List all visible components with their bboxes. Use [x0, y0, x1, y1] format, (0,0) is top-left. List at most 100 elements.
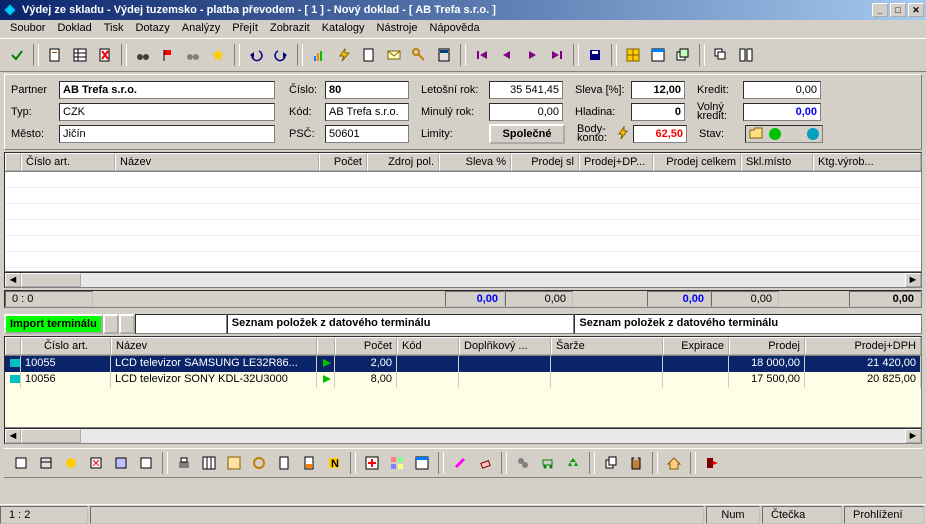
chart-icon[interactable] [308, 44, 330, 66]
tb2-6[interactable] [135, 452, 157, 474]
flag-icon[interactable] [157, 44, 179, 66]
menu-analyzy[interactable]: Analýzy [176, 20, 227, 38]
psc-input[interactable] [325, 125, 409, 143]
tb2-copy[interactable] [600, 452, 622, 474]
body-input[interactable] [633, 125, 687, 143]
menu-katalogy[interactable]: Katalogy [316, 20, 371, 38]
tb2-grid2[interactable] [223, 452, 245, 474]
minuly-input[interactable] [489, 103, 563, 121]
grid1-col-cislo[interactable]: Číslo art. [21, 153, 115, 171]
tile-icon[interactable] [735, 44, 757, 66]
scroll-left2-icon[interactable]: ◄ [5, 429, 21, 443]
grid2-col-cislo[interactable]: Číslo art. [21, 337, 111, 355]
menu-soubor[interactable]: Soubor [4, 20, 51, 38]
delete-icon[interactable] [94, 44, 116, 66]
tb2-grid[interactable] [198, 452, 220, 474]
grid2-body[interactable]: 10055LCD televizor SAMSUNG LE32R86...2,0… [4, 356, 922, 428]
scroll-left-icon[interactable]: ◄ [5, 273, 21, 287]
tb2-paste[interactable] [625, 452, 647, 474]
tb2-nav[interactable]: N [323, 452, 345, 474]
tb2-gears[interactable] [512, 452, 534, 474]
grid2-col-kod[interactable]: Kód [397, 337, 459, 355]
grid2-col-expir[interactable]: Expirace [663, 337, 729, 355]
grid1-col-sklmisto[interactable]: Skl.místo [741, 153, 813, 171]
envelope-icon[interactable] [383, 44, 405, 66]
save-icon[interactable] [584, 44, 606, 66]
tb2-3[interactable] [60, 452, 82, 474]
grid1-col-zdroj[interactable]: Zdroj pol. [367, 153, 439, 171]
grid2-col-dph[interactable]: Prodej+DPH [805, 337, 921, 355]
scroll-right-icon[interactable]: ► [905, 273, 921, 287]
import-aux1[interactable] [103, 314, 119, 334]
grid2-col-nazev[interactable]: Název [111, 337, 317, 355]
volny-input[interactable] [743, 103, 821, 121]
scroll-right2-icon[interactable]: ► [905, 429, 921, 443]
star-icon[interactable] [207, 44, 229, 66]
binoculars-icon[interactable] [182, 44, 204, 66]
tb2-grid3[interactable] [386, 452, 408, 474]
menu-doklad[interactable]: Doklad [51, 20, 97, 38]
menu-napoveda[interactable]: Nápověda [424, 20, 486, 38]
tb2-add[interactable] [361, 452, 383, 474]
nav-next-icon[interactable] [521, 44, 543, 66]
tb2-1[interactable] [10, 452, 32, 474]
menu-prejit[interactable]: Přejít [226, 20, 264, 38]
tb2-exit[interactable] [701, 452, 723, 474]
lightning-icon[interactable] [333, 44, 355, 66]
grid1-col-ktg[interactable]: Ktg.výrob... [813, 153, 921, 171]
tb2-win[interactable] [411, 452, 433, 474]
tb2-4[interactable] [85, 452, 107, 474]
maximize-button[interactable]: □ [890, 3, 906, 17]
grid1-col-prodejsl[interactable]: Prodej sl [511, 153, 579, 171]
calc-icon[interactable] [433, 44, 455, 66]
grid1-body[interactable] [4, 172, 922, 272]
grid2-col-marker[interactable] [317, 337, 335, 355]
grid-icon[interactable] [69, 44, 91, 66]
table-row[interactable]: 10055LCD televizor SAMSUNG LE32R86...2,0… [5, 356, 921, 372]
typ-input[interactable] [59, 103, 275, 121]
tb2-recycle[interactable] [562, 452, 584, 474]
nav-last-icon[interactable] [546, 44, 568, 66]
import-button[interactable]: Import terminálu [4, 314, 103, 334]
nav-first-icon[interactable] [471, 44, 493, 66]
letosni-input[interactable] [489, 81, 563, 99]
grid1-rowselector[interactable] [5, 153, 21, 171]
sleva-input[interactable] [631, 81, 685, 99]
menu-nastroje[interactable]: Nástroje [371, 20, 424, 38]
tb2-circle[interactable] [248, 452, 270, 474]
key-icon[interactable] [408, 44, 430, 66]
tb2-5[interactable] [110, 452, 132, 474]
grid1-hscroll[interactable]: ◄ ► [4, 272, 922, 288]
menu-zobrazit[interactable]: Zobrazit [264, 20, 316, 38]
hladina-input[interactable] [631, 103, 685, 121]
stack-icon[interactable] [672, 44, 694, 66]
doc2-icon[interactable] [358, 44, 380, 66]
grid1-col-prodejdp[interactable]: Prodej+DP... [579, 153, 653, 171]
tb2-2[interactable] [35, 452, 57, 474]
menu-tisk[interactable]: Tisk [98, 20, 130, 38]
minimize-button[interactable]: _ [872, 3, 888, 17]
tb2-cart[interactable] [537, 452, 559, 474]
redo-icon[interactable] [270, 44, 292, 66]
grid1-col-celkem[interactable]: Prodej celkem [653, 153, 741, 171]
window2-icon[interactable] [647, 44, 669, 66]
close-button[interactable]: ✕ [908, 3, 924, 17]
tb2-doc[interactable] [273, 452, 295, 474]
tb2-doc2[interactable] [298, 452, 320, 474]
grid2-col-sarze[interactable]: Šarže [551, 337, 663, 355]
limity-button[interactable]: Společné [489, 124, 565, 144]
mesto-input[interactable] [59, 125, 275, 143]
kod-input[interactable] [325, 103, 409, 121]
window-icon[interactable] [622, 44, 644, 66]
tb2-print[interactable] [173, 452, 195, 474]
grid2-col-dopln[interactable]: Doplňkový ... [459, 337, 551, 355]
partner-input[interactable] [59, 81, 275, 99]
nav-prev-icon[interactable] [496, 44, 518, 66]
grid2-rowselector[interactable] [5, 337, 21, 355]
grid1-col-sleva[interactable]: Sleva % [439, 153, 511, 171]
menu-dotazy[interactable]: Dotazy [130, 20, 176, 38]
grid2-hscroll[interactable]: ◄ ► [4, 428, 922, 444]
grid1-col-nazev[interactable]: Název [115, 153, 319, 171]
table-row[interactable]: 10056LCD televizor SONY KDL-32U30008,001… [5, 372, 921, 388]
cascade-icon[interactable] [710, 44, 732, 66]
